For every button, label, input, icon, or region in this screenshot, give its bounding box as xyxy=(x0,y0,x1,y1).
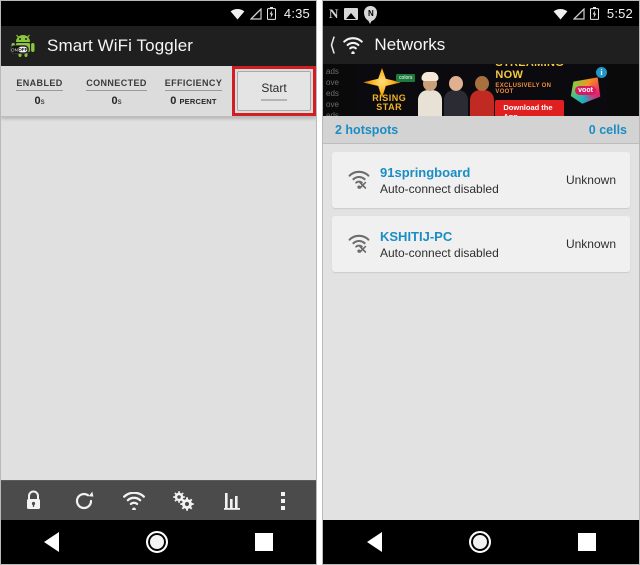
start-button-underline xyxy=(261,99,287,101)
stat-efficiency-number: 0 xyxy=(170,95,177,107)
right-app-bar: ⟨ Networks xyxy=(323,26,639,64)
stat-connected-unit: s xyxy=(117,97,122,106)
back-button[interactable] xyxy=(44,532,60,552)
wifi-icon xyxy=(230,8,245,19)
stat-connected: CONNECTED 0s xyxy=(78,66,155,116)
network-ssid: KSHITIJ-PC xyxy=(380,228,453,244)
voot-logo-shape: voot xyxy=(570,77,601,104)
right-status-bar: N N 5:52 xyxy=(323,1,639,26)
left-phone-panel: 4:35 ON OFF Smart WiFi Toggler ENABLED 0… xyxy=(0,0,317,565)
network-subtitle: Auto-connect disabled xyxy=(380,181,499,196)
network-ssid: 91springboard xyxy=(380,164,471,180)
stats-bar: ENABLED 0s CONNECTED 0s EFFICIENCY 0 PER… xyxy=(1,66,316,117)
stat-connected-label: CONNECTED xyxy=(86,78,147,91)
stat-efficiency: EFFICIENCY 0 PERCENT xyxy=(155,66,232,116)
ad-brand-name: RISING STAR xyxy=(372,93,407,112)
ad-headline: STREAMING NOW xyxy=(495,64,563,81)
wifi-icon[interactable] xyxy=(118,485,150,517)
home-button[interactable] xyxy=(145,531,168,553)
wifi-icon xyxy=(553,8,568,19)
signal-off-icon xyxy=(572,7,585,20)
stat-enabled: ENABLED 0s xyxy=(1,66,78,116)
networks-title: Networks xyxy=(374,35,446,54)
networks-summary-bar: 2 hotspots 0 cells xyxy=(323,116,639,144)
right-nav-bar xyxy=(323,520,639,564)
right-status-time: 5:52 xyxy=(606,6,633,21)
left-bottom-toolbar xyxy=(1,480,316,520)
left-app-bar: ON OFF Smart WiFi Toggler xyxy=(1,26,316,66)
svg-text:OFF: OFF xyxy=(18,47,27,52)
settings-gears-icon[interactable] xyxy=(167,485,199,517)
left-status-time: 4:35 xyxy=(283,6,310,21)
home-button[interactable] xyxy=(468,531,491,553)
network-list: 91springboard Auto-connect disabled Unkn… xyxy=(323,144,639,272)
map-pin-n-icon: N xyxy=(364,6,378,24)
netflix-n-icon: N xyxy=(329,6,339,21)
stat-enabled-value: 0s xyxy=(34,95,44,107)
stat-efficiency-value: 0 PERCENT xyxy=(170,95,216,107)
ad-person-1 xyxy=(417,72,443,116)
list-item[interactable]: KSHITIJ-PC Auto-connect disabled Unknown xyxy=(332,216,630,272)
cells-count: 0 cells xyxy=(588,122,627,137)
stat-enabled-label: ENABLED xyxy=(16,78,63,91)
signal-off-icon xyxy=(249,7,262,20)
voot-logo-text: voot xyxy=(575,85,596,95)
page-title: Smart WiFi Toggler xyxy=(47,36,194,55)
start-button-label: Start xyxy=(261,81,287,95)
ad-brand-badge: colors xyxy=(396,74,416,82)
network-subtitle: Auto-connect disabled xyxy=(380,245,499,260)
hotspots-count: 2 hotspots xyxy=(335,122,399,137)
voot-logo: voot i xyxy=(564,64,607,116)
recents-button[interactable] xyxy=(577,533,596,551)
lock-icon[interactable] xyxy=(18,485,50,517)
stat-enabled-unit: s xyxy=(40,97,45,106)
wifi-icon xyxy=(343,36,364,54)
recents-button[interactable] xyxy=(254,533,273,551)
left-status-bar: 4:35 xyxy=(1,1,316,26)
left-status-system-icons: 4:35 xyxy=(230,6,310,21)
list-item-text: 91springboard Auto-connect disabled xyxy=(376,165,566,196)
ad-subhead: EXCLUSIVELY ON VOOT xyxy=(495,82,552,95)
right-status-notifications: N N xyxy=(329,6,553,24)
left-nav-bar xyxy=(1,520,316,564)
ad-people-image xyxy=(417,64,495,116)
android-toggle-app-icon: ON OFF xyxy=(9,32,39,60)
stat-efficiency-label: EFFICIENCY xyxy=(164,78,223,91)
ad-banner-region: ads he u ove leme eds he a xyxy=(323,64,639,116)
overflow-menu-icon[interactable] xyxy=(267,485,299,517)
ad-person-3 xyxy=(469,72,495,116)
right-phone-panel: N N 5:52 ⟨ Networks ads ove eds ove eds … xyxy=(322,0,640,565)
wifi-disabled-icon xyxy=(342,170,376,190)
list-item[interactable]: 91springboard Auto-connect disabled Unkn… xyxy=(332,152,630,208)
screenshot-stage: 4:35 ON OFF Smart WiFi Toggler ENABLED 0… xyxy=(0,0,640,565)
ad-copy: STREAMING NOW EXCLUSIVELY ON VOOT Downlo… xyxy=(495,64,565,116)
right-status-system-icons: 5:52 xyxy=(553,6,633,21)
svg-text:ON: ON xyxy=(11,47,18,52)
ad-cta-button[interactable]: Download the App xyxy=(495,99,565,116)
start-button[interactable]: Start xyxy=(237,71,311,111)
network-state: Unknown xyxy=(565,237,616,251)
network-state: Unknown xyxy=(565,173,616,187)
ad-info-icon[interactable]: i xyxy=(596,67,607,78)
start-button-highlight: Start xyxy=(232,66,316,116)
stat-efficiency-unit: PERCENT xyxy=(179,97,217,106)
ad-brand-logo: colors RISING STAR xyxy=(355,64,417,116)
wifi-disabled-icon xyxy=(342,234,376,254)
back-button[interactable] xyxy=(366,532,382,552)
ad-person-2 xyxy=(443,72,469,116)
stat-connected-value: 0s xyxy=(111,95,121,107)
list-item-text: KSHITIJ-PC Auto-connect disabled xyxy=(376,229,566,260)
battery-charging-icon xyxy=(589,7,599,20)
screenshot-image-icon xyxy=(344,7,359,20)
back-chevron-icon[interactable]: ⟨ xyxy=(329,36,336,55)
ad-banner[interactable]: colors RISING STAR NOW EXCLUSIVELY ON VO… xyxy=(355,64,607,116)
refresh-icon[interactable] xyxy=(68,485,100,517)
battery-charging-icon xyxy=(266,7,276,20)
bar-chart-icon[interactable] xyxy=(217,485,249,517)
